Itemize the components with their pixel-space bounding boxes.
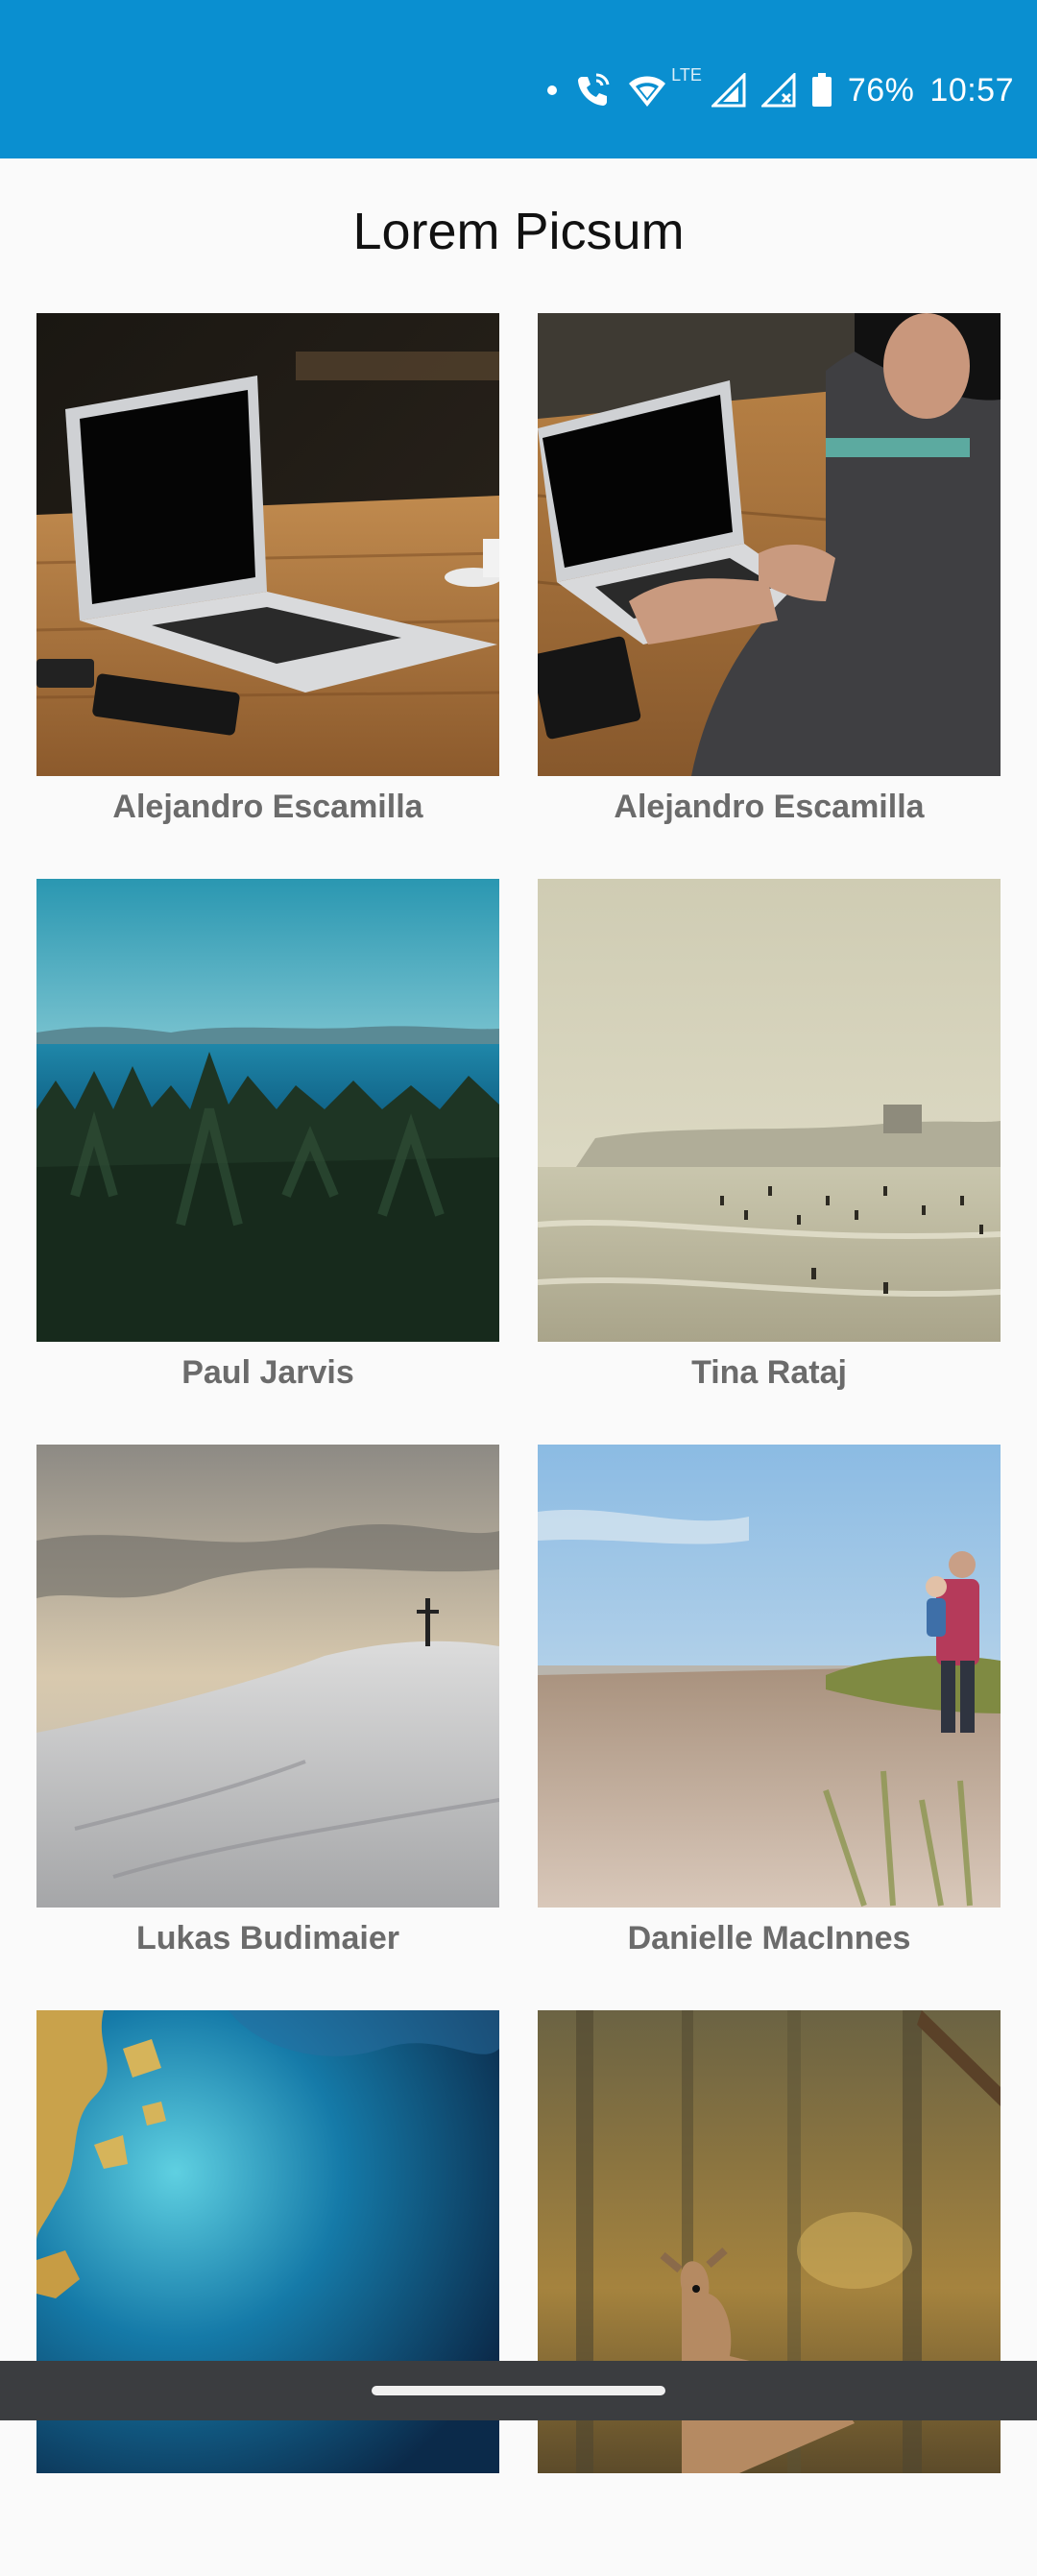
photo-thumbnail[interactable]: [538, 879, 1001, 1342]
author-name: Paul Jarvis: [36, 1354, 499, 1392]
photo-grid: Alejandro Escamilla: [36, 313, 1002, 2576]
author-name: Danielle MacInnes: [538, 1920, 1001, 1957]
battery-percent: 76%: [848, 72, 915, 109]
status-bar: LTE 76% 10:57: [0, 0, 1037, 158]
photo-card[interactable]: Tina Rataj: [538, 879, 1001, 1445]
wifi-icon: [627, 72, 667, 109]
photo-thumbnail[interactable]: [36, 879, 499, 1342]
page-title: Lorem Picsum: [0, 202, 1037, 261]
status-icons: LTE 76% 10:57: [546, 69, 1014, 111]
network-type-label: LTE: [671, 65, 702, 85]
author-name: Tina Rataj: [538, 1354, 1001, 1392]
photo-thumbnail[interactable]: [538, 1445, 1001, 1908]
photo-card[interactable]: Alejandro Escamilla: [36, 313, 499, 879]
photo-card[interactable]: Paul Jarvis: [36, 879, 499, 1445]
author-name: Alejandro Escamilla: [538, 789, 1001, 826]
author-name: Lukas Budimaier: [36, 1920, 499, 1957]
photo-card[interactable]: Alejandro Escamilla: [538, 313, 1001, 879]
photo-card[interactable]: [538, 2010, 1001, 2576]
wifi-call-icon: [573, 71, 612, 109]
clock: 10:57: [929, 72, 1014, 109]
author-name: Alejandro Escamilla: [36, 789, 499, 826]
navigation-bar: [0, 2361, 1037, 2420]
home-gesture-handle[interactable]: [372, 2386, 665, 2395]
battery-icon: [811, 73, 832, 108]
notification-dot-icon: [546, 85, 558, 96]
photo-card[interactable]: [36, 2010, 499, 2576]
photo-thumbnail[interactable]: [538, 313, 1001, 776]
photo-thumbnail[interactable]: [36, 1445, 499, 1908]
photo-thumbnail[interactable]: [36, 313, 499, 776]
photo-card[interactable]: Danielle MacInnes: [538, 1445, 1001, 2010]
signal-no-data-icon: [761, 73, 796, 108]
photo-card[interactable]: Lukas Budimaier: [36, 1445, 499, 2010]
signal-icon: [711, 73, 746, 108]
